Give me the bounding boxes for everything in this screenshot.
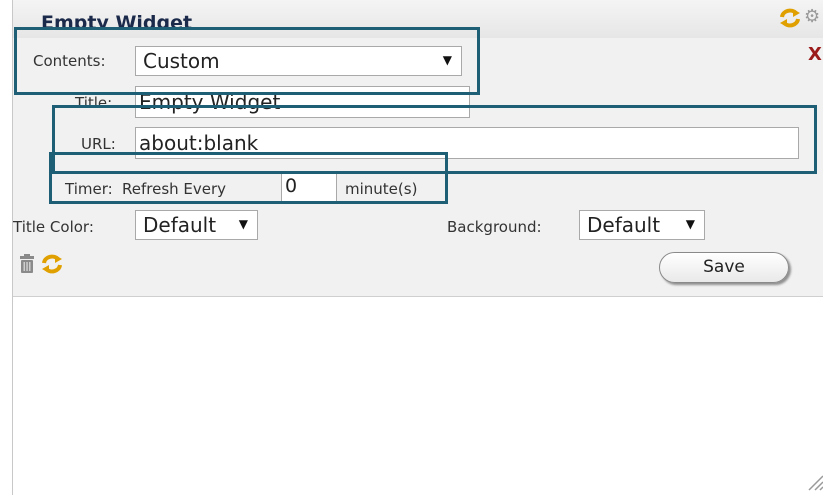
- contents-label: Contents:: [33, 52, 106, 70]
- title-color-select[interactable]: Default ▼: [135, 210, 258, 240]
- timer-input[interactable]: 0: [281, 171, 337, 202]
- gear-icon[interactable]: ⚙: [804, 8, 820, 26]
- chevron-down-icon: ▼: [442, 53, 452, 67]
- resize-handle-icon[interactable]: [806, 473, 823, 495]
- chevron-down-icon: ▼: [685, 217, 695, 231]
- url-label: URL:: [81, 135, 116, 153]
- url-input[interactable]: about:blank: [135, 127, 799, 159]
- trash-icon[interactable]: [19, 254, 35, 278]
- title-label: Title:: [75, 94, 113, 112]
- chevron-down-icon: ▼: [238, 217, 248, 231]
- settings-panel: X Contents: Custom ▼ Title: Empty Widget…: [13, 38, 823, 297]
- close-button[interactable]: X: [808, 44, 822, 65]
- background-select[interactable]: Default ▼: [579, 210, 705, 240]
- refresh-icon[interactable]: [779, 8, 801, 32]
- title-input[interactable]: Empty Widget: [135, 86, 470, 118]
- background-label: Background:: [447, 218, 542, 236]
- title-color-value: Default: [143, 213, 217, 237]
- contents-select[interactable]: Custom ▼: [135, 46, 462, 76]
- widget-title: Empty Widget: [41, 12, 193, 30]
- minutes-label: minute(s): [345, 180, 418, 198]
- refresh-every-label: Refresh Every: [122, 180, 227, 198]
- background-value: Default: [587, 213, 661, 237]
- widget-titlebar: Empty Widget ⚙: [13, 0, 823, 39]
- widget: Empty Widget ⚙ X Contents: Custom ▼ Titl…: [12, 0, 823, 495]
- save-button[interactable]: Save: [659, 252, 789, 283]
- title-color-label: Title Color:: [13, 218, 94, 236]
- contents-select-value: Custom: [143, 49, 220, 73]
- timer-label: Timer:: [65, 180, 113, 198]
- refresh-icon[interactable]: [41, 254, 63, 278]
